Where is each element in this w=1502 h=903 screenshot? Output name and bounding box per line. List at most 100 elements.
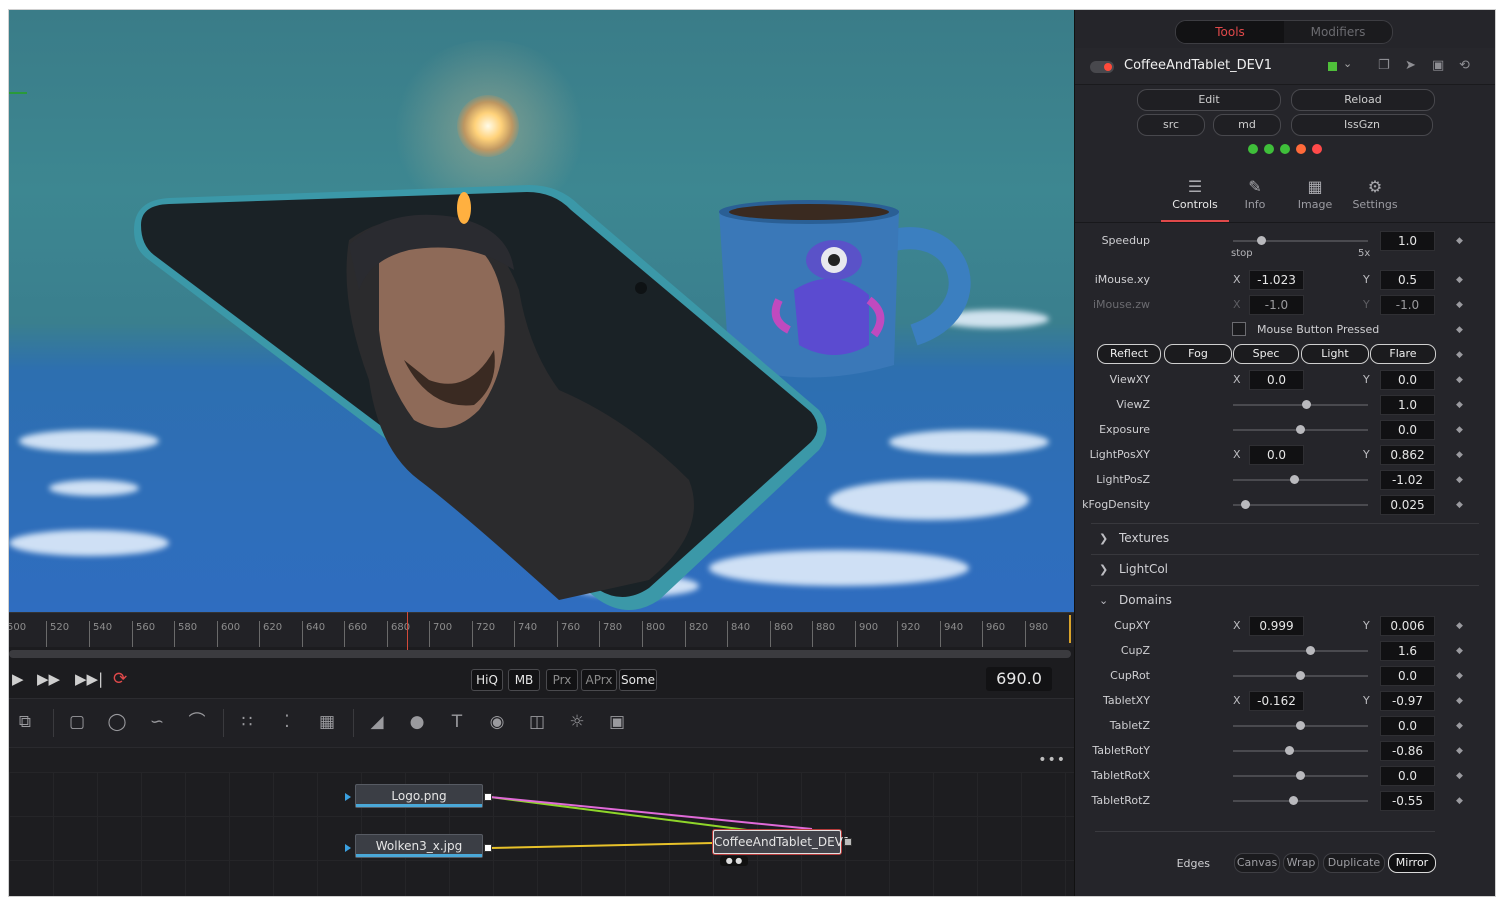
node-input-port[interactable] bbox=[345, 793, 351, 801]
loop-icon[interactable]: ⟳ bbox=[113, 670, 127, 688]
tool-toolbar: ⧉ ▢ ◯ ∽ ⌒ ∷ ⁚ ▦ ◢ ● T ◉ ◫ ☼ ▣ bbox=[9, 698, 1074, 747]
node-status-bar bbox=[356, 804, 482, 807]
md-button[interactable]: md bbox=[1213, 114, 1281, 136]
render-end-marker[interactable] bbox=[1069, 615, 1071, 643]
image-icon: ▦ bbox=[1307, 177, 1323, 196]
ruler-tick: 800 bbox=[642, 621, 665, 647]
some-button[interactable]: Some bbox=[619, 669, 657, 691]
playhead[interactable] bbox=[407, 612, 408, 652]
node-label: Logo.png bbox=[391, 789, 447, 803]
tab-info[interactable]: ✎ Info bbox=[1225, 176, 1285, 211]
tool-color-swatch[interactable] bbox=[1328, 62, 1337, 71]
reset-icon[interactable]: ⟲ bbox=[1459, 58, 1470, 73]
renderer3d-icon[interactable]: ▣ bbox=[605, 711, 629, 733]
inspector-panel: Tools Modifiers CoffeeAndTablet_DEV1 ⌄ ❐… bbox=[1074, 10, 1495, 896]
mb-button[interactable]: MB bbox=[508, 669, 540, 691]
image-plane-icon[interactable]: ◢ bbox=[365, 711, 389, 733]
ruler-tick: 760 bbox=[557, 621, 580, 647]
status-led bbox=[1248, 144, 1258, 154]
status-led bbox=[1312, 144, 1322, 154]
transform-icon[interactable]: ⧉ bbox=[13, 711, 37, 733]
fast-forward-icon[interactable]: ▶▶ bbox=[37, 670, 60, 688]
node-view-indicator[interactable]: ● ● bbox=[720, 856, 748, 866]
chevron-down-icon[interactable]: ⌄ bbox=[1343, 57, 1352, 70]
divider bbox=[223, 709, 224, 737]
more-options-icon[interactable]: ••• bbox=[1038, 752, 1066, 768]
aprx-button[interactable]: APrx bbox=[581, 669, 617, 691]
reload-button[interactable]: Reload bbox=[1291, 89, 1435, 111]
polygon-mask-icon[interactable]: ∽ bbox=[145, 711, 169, 733]
versions-icon[interactable]: ❐ bbox=[1378, 58, 1390, 73]
inspector-tabs: ☰ Controls ✎ Info ▦ Image ⚙ Settings bbox=[1075, 170, 1495, 223]
node-output-port[interactable] bbox=[484, 844, 492, 852]
bspline-mask-icon[interactable]: ⌒ bbox=[185, 711, 209, 733]
tab-settings[interactable]: ⚙ Settings bbox=[1345, 176, 1405, 211]
prx-button[interactable]: Prx bbox=[546, 669, 578, 691]
rectangle-mask-icon[interactable]: ▢ bbox=[65, 711, 89, 733]
divider bbox=[53, 709, 54, 737]
current-time-field[interactable]: 690.0 bbox=[986, 667, 1052, 691]
play-icon[interactable]: ▶ bbox=[12, 670, 24, 688]
transport-bar: ▶ ▶▶ ▶▶| ⟳ HiQ MB Prx APrx Some 690.0 bbox=[9, 662, 1074, 698]
node-editor-header: ••• bbox=[9, 747, 1074, 773]
node-output-port[interactable] bbox=[484, 793, 492, 801]
pin-icon[interactable]: ➤ bbox=[1405, 58, 1416, 73]
ruler-tick: 920 bbox=[897, 621, 920, 647]
ruler-tick: 980 bbox=[1025, 621, 1048, 647]
cloud bbox=[889, 430, 1049, 454]
shape3d-icon[interactable]: ● bbox=[405, 711, 429, 733]
ruler-tick: 500 bbox=[9, 621, 26, 647]
loader-node-logo[interactable]: Logo.png bbox=[355, 784, 483, 808]
tab-image[interactable]: ▦ Image bbox=[1285, 176, 1345, 211]
cloud bbox=[829, 480, 1029, 520]
ruler-tick: 880 bbox=[812, 621, 835, 647]
ruler-tick: 660 bbox=[344, 621, 367, 647]
status-led bbox=[1264, 144, 1274, 154]
tab-settings-label: Settings bbox=[1352, 198, 1398, 211]
src-button[interactable]: src bbox=[1137, 114, 1205, 136]
tab-image-label: Image bbox=[1297, 198, 1333, 211]
ruler-tick: 960 bbox=[982, 621, 1005, 647]
ruler-tick: 740 bbox=[514, 621, 537, 647]
timeline-scrollbar[interactable] bbox=[9, 650, 1071, 658]
sliders-icon: ☰ bbox=[1187, 177, 1203, 196]
issgzn-button[interactable]: IssGzn bbox=[1291, 114, 1433, 136]
sun bbox=[457, 95, 519, 157]
divider bbox=[353, 709, 354, 737]
ruler-tick: 840 bbox=[727, 621, 750, 647]
ellipse-mask-icon[interactable]: ◯ bbox=[105, 711, 129, 733]
hiq-button[interactable]: HiQ bbox=[471, 669, 503, 691]
ruler-tick: 900 bbox=[855, 621, 878, 647]
node-output-port[interactable] bbox=[844, 838, 852, 846]
lock-icon[interactable]: ▣ bbox=[1432, 58, 1444, 73]
node-status-bar bbox=[356, 854, 482, 857]
ruler-tick: 700 bbox=[429, 621, 452, 647]
spotlight-icon[interactable]: ☼ bbox=[565, 711, 589, 733]
tab-modifiers[interactable]: Modifiers bbox=[1284, 21, 1392, 43]
ruler-tick: 620 bbox=[259, 621, 282, 647]
fusion-app: 500 520 540 560 580 600 620 640 660 680 … bbox=[9, 10, 1495, 896]
node-editor[interactable]: Logo.png Wolken3_x.jpg CoffeeAndTablet_D… bbox=[9, 772, 1074, 896]
tool-enable-toggle[interactable] bbox=[1090, 61, 1114, 73]
tab-controls[interactable]: ☰ Controls bbox=[1161, 176, 1229, 222]
tab-tools[interactable]: Tools bbox=[1176, 21, 1284, 43]
fbx-mesh-icon[interactable]: ◫ bbox=[525, 711, 549, 733]
ruler-tick: 860 bbox=[770, 621, 793, 647]
time-ruler[interactable]: 500 520 540 560 580 600 620 640 660 680 … bbox=[9, 612, 1074, 647]
ruler-tick: 820 bbox=[685, 621, 708, 647]
viewer-axis-marker bbox=[9, 92, 27, 94]
merge3d-icon[interactable]: ◉ bbox=[485, 711, 509, 733]
shader-node-coffee-and-tablet[interactable]: CoffeeAndTablet_DEV1 bbox=[713, 830, 851, 854]
particle-render-icon[interactable]: ⁚ bbox=[275, 711, 299, 733]
edit-button[interactable]: Edit bbox=[1137, 89, 1281, 111]
viewer[interactable] bbox=[9, 10, 1074, 612]
particle-merge-icon[interactable]: ▦ bbox=[315, 711, 339, 733]
skip-to-end-icon[interactable]: ▶▶| bbox=[75, 670, 103, 688]
particle-emitter-icon[interactable]: ∷ bbox=[235, 711, 259, 733]
text3d-icon[interactable]: T bbox=[445, 711, 469, 733]
loader-node-wolken[interactable]: Wolken3_x.jpg bbox=[355, 834, 483, 858]
ruler-tick: 640 bbox=[302, 621, 325, 647]
node-input-port[interactable] bbox=[345, 844, 351, 852]
tab-controls-label: Controls bbox=[1172, 198, 1218, 211]
status-led bbox=[1280, 144, 1290, 154]
